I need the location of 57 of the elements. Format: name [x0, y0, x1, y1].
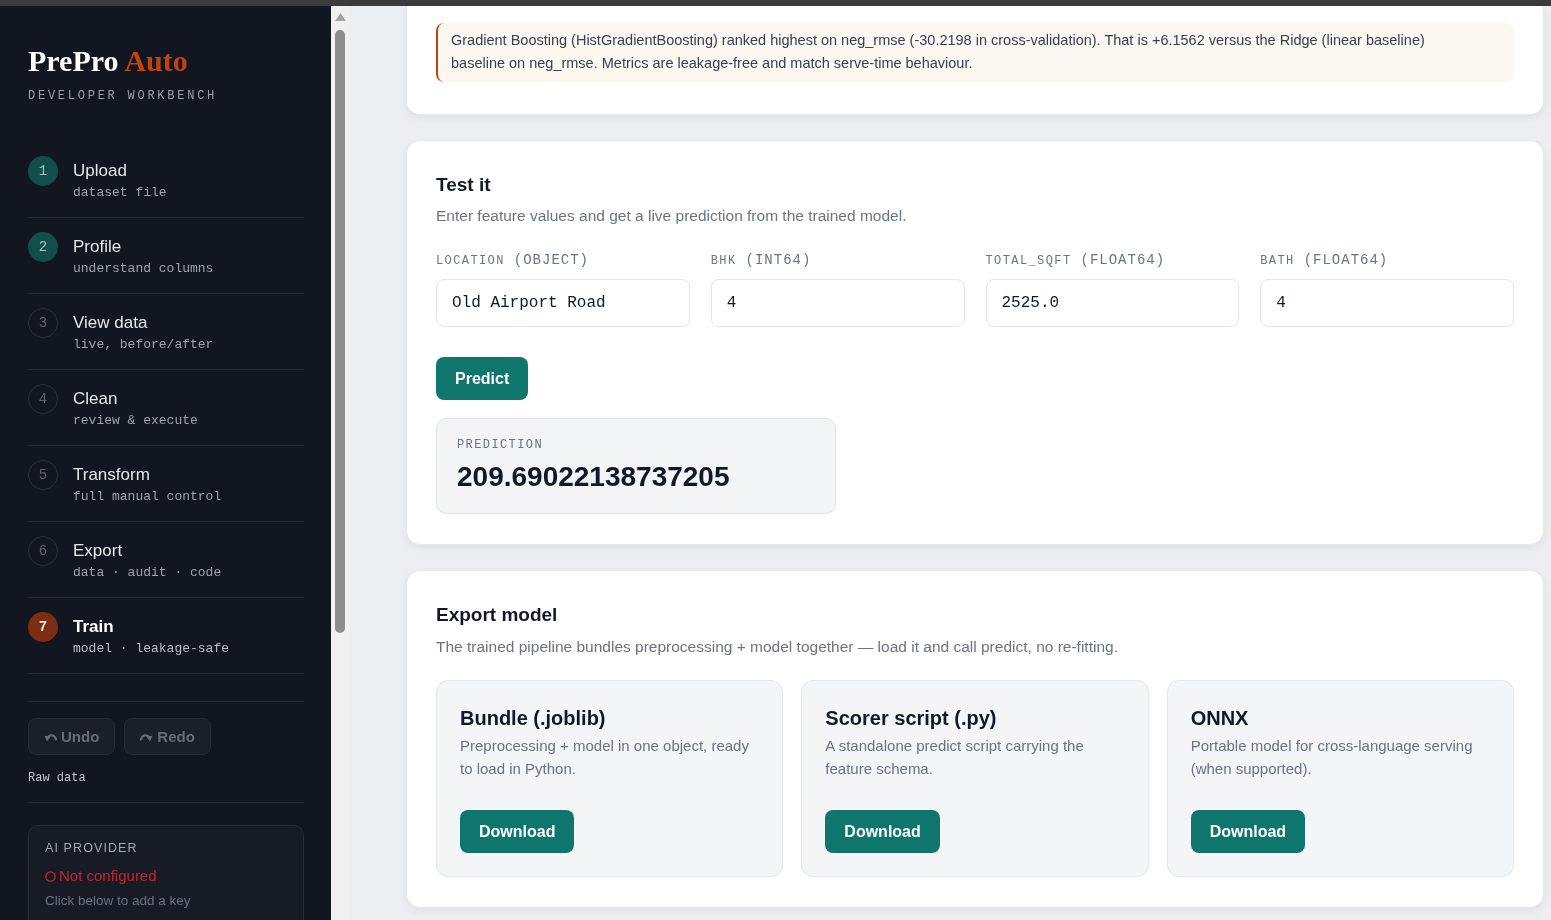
undo-arrow-icon: [44, 731, 57, 742]
step-title[interactable]: View data: [73, 312, 214, 334]
predict-button[interactable]: Predict: [436, 357, 529, 400]
prediction-label: PREDICTION: [457, 437, 544, 453]
input-field[interactable]: 2525.0: [985, 279, 1240, 327]
app-tagline: DEVELOPER WORKBENCH: [28, 88, 219, 104]
option-title: ONNX: [1190, 706, 1250, 731]
option-title: Scorer script (.py): [825, 706, 998, 731]
panel-description: Enter feature values and get a live prediction from the trained model.: [436, 206, 908, 226]
option-description: A standalone predict script carrying the feature schema.: [825, 736, 1085, 779]
step-title[interactable]: Clean: [73, 388, 198, 410]
field-name-label: TOTAL_SQFT: [985, 253, 1072, 269]
step-subtitle: dataset file: [73, 184, 167, 202]
step-number: 2: [28, 232, 58, 262]
step-title[interactable]: Train: [73, 616, 230, 638]
download-button[interactable]: Download: [1190, 810, 1306, 853]
step-subtitle: model · leakage-safe: [73, 640, 230, 658]
prediction-value: 209.69022138737205: [457, 460, 731, 494]
scrollbar-thumb[interactable]: [335, 30, 345, 633]
panel-title: Test it: [436, 173, 492, 197]
field-type-label: (INT64): [745, 252, 812, 268]
scroll-up-arrow-icon[interactable]: [334, 13, 346, 21]
step-title[interactable]: Upload: [73, 160, 167, 182]
field-name-label: BHK: [710, 253, 737, 269]
input-field[interactable]: Old Airport Road: [436, 279, 690, 327]
field-type-label: (OBJECT): [513, 252, 590, 268]
step-number: 7: [28, 612, 58, 642]
view-mode-label: Raw data: [28, 770, 87, 786]
step-subtitle: review & execute: [73, 412, 198, 430]
field-type-label: (FLOAT64): [1080, 252, 1166, 268]
step-title[interactable]: Export: [73, 540, 222, 562]
result-summary: Gradient Boosting (HistGradientBoosting) ranked highest on neg_rmse (-30.2198 in cross-validation). That is +6.1562 versus the Ridge (linear baseline) baseline on neg_rmse. Metrics are leakage-free and match serve-time behaviour.: [436, 23, 1514, 82]
redo-arrow-icon: [140, 731, 154, 742]
option-description: Preprocessing + model in one object, ready to load in Python.: [460, 736, 750, 779]
panel-description: The trained pipeline bundles preprocessing + model together — load it and call predict, no re-fitting.: [436, 637, 1119, 657]
input-field[interactable]: 4: [710, 279, 965, 327]
field-name-label: LOCATION: [436, 253, 505, 269]
step-subtitle: full manual control: [73, 488, 222, 506]
field-type-label: (FLOAT64): [1303, 252, 1389, 268]
status-text: Not configured: [59, 866, 157, 886]
download-button[interactable]: Download: [825, 810, 940, 853]
step-subtitle: live, before/after: [73, 336, 214, 354]
panel-title: Export model: [436, 603, 559, 627]
step-subtitle: data · audit · code: [73, 564, 222, 582]
input-field[interactable]: 4: [1260, 279, 1514, 327]
option-description: Portable model for cross-language serving (when supported).: [1190, 736, 1474, 779]
ring-icon: [45, 870, 56, 882]
field-name-label: BATH: [1260, 253, 1295, 269]
download-button[interactable]: Download: [460, 810, 575, 853]
step-title[interactable]: Profile: [73, 236, 214, 258]
app-logo: PrePro Auto: [28, 43, 189, 79]
step-title[interactable]: Transform: [73, 464, 222, 486]
ai-provider-heading: AI PROVIDER: [45, 840, 139, 856]
option-title: Bundle (.joblib): [460, 706, 607, 731]
hint-text: Click below to add a key: [45, 892, 192, 910]
step-subtitle: understand columns: [73, 260, 214, 278]
step-number: 1: [28, 156, 58, 186]
